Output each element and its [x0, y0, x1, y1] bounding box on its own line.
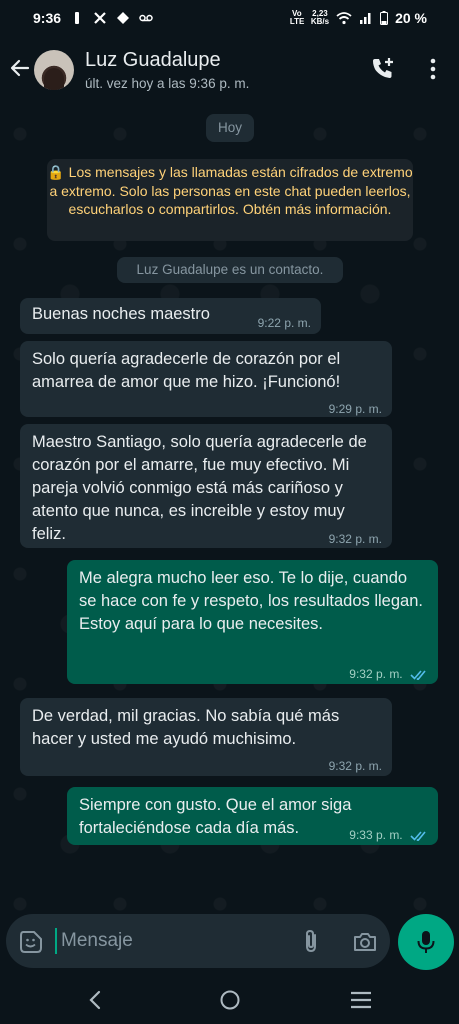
message-time-value: 9:33 p. m. [349, 828, 403, 842]
message-time: 9:22 p. m. [257, 316, 311, 330]
message-text: Me alegra mucho leer eso. Te lo dije, cu… [79, 569, 423, 633]
message-time: 9:33 p. m. [349, 824, 428, 847]
contact-notice: Luz Guadalupe es un contacto. [117, 257, 343, 283]
paperclip-icon[interactable] [299, 928, 323, 954]
x-notification-icon [94, 12, 106, 24]
signal-icon [360, 13, 371, 24]
wifi-icon [336, 12, 352, 25]
message-text: De verdad, mil gracias. No sabía qué más… [32, 707, 340, 748]
date-divider: Hoy [206, 114, 254, 142]
message-bubble-incoming[interactable]: Maestro Santiago, solo quería agradecerl… [20, 424, 392, 548]
status-bar: 9:36 Vo LTE 2,23 KB/s 20 % [0, 0, 459, 36]
message-list[interactable]: Hoy 🔒 Los mensajes y las llamadas están … [0, 104, 459, 914]
message-text: Siempre con gusto. Que el amor siga fort… [79, 796, 352, 837]
status-time: 9:36 [33, 10, 62, 26]
message-composer[interactable]: Mensaje [6, 914, 390, 968]
encryption-notice[interactable]: 🔒 Los mensajes y las llamadas están cifr… [47, 159, 413, 241]
message-time: 9:29 p. m. [328, 402, 382, 416]
message-bubble-incoming[interactable]: Buenas noches maestro 9:22 p. m. [20, 298, 321, 334]
read-receipt-icon [410, 831, 426, 842]
message-time-value: 9:32 p. m. [349, 667, 403, 681]
message-text: Solo quería agradecerle de corazón por e… [32, 350, 341, 391]
voice-message-button[interactable] [398, 914, 454, 970]
add-call-icon[interactable] [370, 56, 396, 82]
message-input[interactable]: Mensaje [61, 930, 133, 952]
contact-avatar[interactable] [34, 50, 74, 90]
voicemail-icon [139, 14, 153, 22]
diamond-notification-icon [117, 12, 130, 24]
last-seen-status[interactable]: últ. vez hoy a las 9:36 p. m. [85, 76, 249, 91]
message-time: 9:32 p. m. [328, 532, 382, 546]
message-bubble-incoming[interactable]: De verdad, mil gracias. No sabía qué más… [20, 698, 392, 776]
network-speed: 2,23 KB/s [311, 10, 329, 26]
volte-indicator: Vo LTE [289, 9, 305, 26]
chat-header: Luz Guadalupe últ. vez hoy a las 9:36 p.… [0, 36, 459, 104]
battery-icon [380, 11, 389, 25]
alert-notification-icon [75, 12, 80, 24]
arrow-left-icon[interactable] [8, 56, 32, 80]
camera-icon[interactable] [352, 930, 378, 954]
microphone-icon [417, 931, 435, 953]
network-speed-unit: KB/s [310, 17, 330, 26]
message-bubble-incoming[interactable]: Solo quería agradecerle de corazón por e… [20, 341, 392, 417]
read-receipt-icon [410, 670, 426, 681]
nav-recent-apps-icon[interactable] [350, 990, 372, 1010]
system-navigation-bar [0, 976, 459, 1024]
message-time: 9:32 p. m. [349, 663, 428, 686]
sticker-icon[interactable] [19, 930, 43, 954]
nav-back-icon[interactable] [86, 989, 106, 1011]
message-time: 9:32 p. m. [328, 759, 382, 773]
text-cursor [55, 928, 57, 954]
message-bubble-outgoing[interactable]: Siempre con gusto. Que el amor siga fort… [67, 787, 438, 845]
contact-name[interactable]: Luz Guadalupe [85, 49, 221, 72]
more-vertical-icon[interactable] [424, 56, 442, 82]
message-text: Buenas noches maestro [32, 305, 210, 323]
battery-level: 20 % [395, 10, 427, 26]
nav-home-icon[interactable] [219, 989, 241, 1011]
message-bubble-outgoing[interactable]: Me alegra mucho leer eso. Te lo dije, cu… [67, 560, 438, 684]
